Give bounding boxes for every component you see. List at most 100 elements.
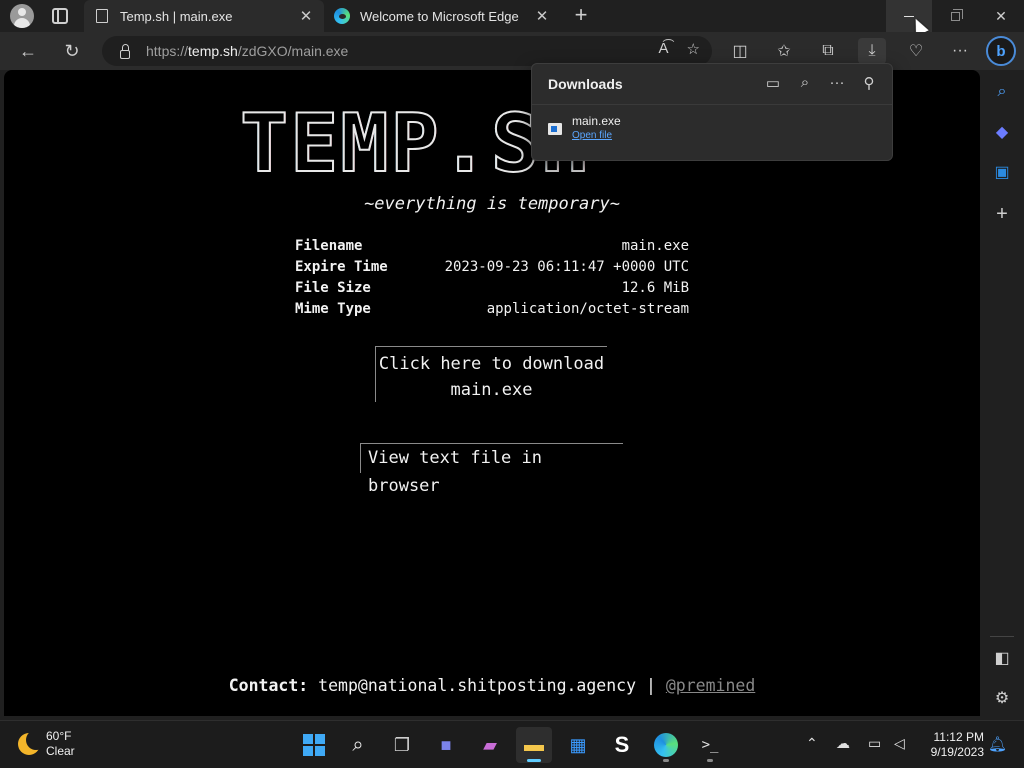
refresh-icon: ↻ <box>64 40 80 61</box>
view-text-button[interactable]: View text file in browser <box>360 443 623 496</box>
minimize-icon <box>904 15 914 17</box>
folder-icon: ▬ <box>524 733 544 756</box>
pin-icon[interactable]: ⚲ <box>860 74 878 92</box>
hide-sidebar-icon[interactable]: ◧ <box>992 648 1012 668</box>
restore-button[interactable] <box>932 0 978 32</box>
microsoft-store-button[interactable]: ▦ <box>560 727 596 763</box>
edge-sidebar: ⌕ ◆ ▣ + ◧ ⚙ <box>980 70 1024 718</box>
browser-essentials-icon: ♡ <box>908 43 924 60</box>
search-button[interactable]: ⌕ <box>340 727 376 763</box>
profile-avatar-icon[interactable] <box>10 4 34 28</box>
chevron-up-icon[interactable]: ⌃ <box>806 735 818 752</box>
more-options-icon[interactable]: ··· <box>828 74 846 92</box>
network-icon[interactable]: ▭ <box>868 735 881 752</box>
info-key: File Size <box>295 280 371 296</box>
downloads-title: Downloads <box>548 76 623 92</box>
close-tab-icon[interactable]: ✕ <box>532 7 552 25</box>
copilot-icon[interactable]: ◆ <box>992 122 1012 142</box>
add-sidebar-app-icon[interactable]: + <box>992 203 1012 225</box>
page-icon <box>96 9 108 23</box>
outlook-icon[interactable]: ▣ <box>992 162 1012 182</box>
url-host: temp.sh <box>188 43 238 59</box>
download-file-button[interactable]: Click here to download main.exe <box>375 346 607 402</box>
new-tab-button[interactable]: + <box>570 4 592 26</box>
info-value: application/octet-stream <box>486 301 689 317</box>
open-folder-icon[interactable]: ▭ <box>764 74 782 92</box>
clipchamp-button[interactable]: ▰ <box>472 727 508 763</box>
tab-welcome-edge[interactable]: Welcome to Microsoft Edge ✕ <box>326 0 560 32</box>
edge-taskbar-button[interactable] <box>648 727 684 763</box>
chat-icon: ■ <box>440 734 452 755</box>
tab-actions-icon[interactable] <box>52 8 68 24</box>
settings-gear-icon[interactable]: ⚙ <box>992 688 1012 708</box>
restore-icon <box>950 8 963 21</box>
browser-essentials-button[interactable]: ♡ <box>902 38 930 64</box>
contact-line: Contact: temp@national.shitposting.agenc… <box>4 676 980 695</box>
exe-file-icon <box>548 123 562 135</box>
close-icon: ✕ <box>995 7 1007 24</box>
terminal-icon: >_ <box>701 737 719 753</box>
windows-logo-icon <box>303 734 325 756</box>
edge-icon <box>654 733 678 757</box>
info-key: Mime Type <box>295 301 371 317</box>
store-icon: ▦ <box>569 734 587 755</box>
tagline: ~everything is temporary~ <box>364 194 620 214</box>
refresh-button[interactable]: ↻ <box>58 38 86 64</box>
favorites-button[interactable]: ✩ <box>770 38 798 64</box>
download-button-line2: main.exe <box>450 380 533 400</box>
open-file-link[interactable]: Open file <box>572 130 621 141</box>
page-viewport: TEMP.SH ~everything is temporary~ Filena… <box>4 70 980 716</box>
split-screen-icon: ◫ <box>732 43 748 60</box>
title-bar: Temp.sh | main.exe ✕ Welcome to Microsof… <box>0 0 1024 37</box>
weather-widget[interactable]: 60°F Clear <box>18 729 75 759</box>
download-icon: ⤓ <box>868 42 876 59</box>
info-key: Expire Time <box>295 259 388 275</box>
collections-button[interactable]: ⧉ <box>814 38 842 64</box>
contact-email: temp@national.shitposting.agency <box>318 676 637 695</box>
info-value: main.exe <box>621 238 689 254</box>
bing-copilot-icon[interactable]: b <box>986 36 1016 66</box>
search-downloads-icon[interactable]: ⌕ <box>796 74 814 92</box>
close-tab-icon[interactable]: ✕ <box>296 7 316 25</box>
star-icon[interactable]: ☆ <box>687 40 700 58</box>
arrow-left-icon: ← <box>19 40 37 61</box>
tab-title: Temp.sh | main.exe <box>120 8 233 24</box>
close-window-button[interactable]: ✕ <box>978 0 1024 32</box>
split-screen-button[interactable]: ◫ <box>726 38 754 64</box>
onedrive-icon[interactable]: ☁ <box>836 735 850 752</box>
teams-chat-button[interactable]: ■ <box>428 727 464 763</box>
info-row-file-size: File Size 12.6 MiB <box>295 278 689 299</box>
downloads-divider <box>532 104 892 105</box>
clock-date: 9/19/2023 <box>930 745 984 759</box>
tab-temp-sh[interactable]: Temp.sh | main.exe ✕ <box>84 0 324 32</box>
info-row-filename: Filename main.exe <box>295 236 689 257</box>
file-info-table: Filename main.exe Expire Time 2023-09-23… <box>295 236 689 320</box>
task-view-icon: ❐ <box>393 734 411 755</box>
weather-temp: 60°F <box>46 729 72 743</box>
file-explorer-button[interactable]: ▬ <box>516 727 552 763</box>
tab-title: Welcome to Microsoft Edge <box>360 8 519 24</box>
download-item[interactable]: main.exe Open file <box>548 114 621 141</box>
downloads-panel: Downloads ▭ ⌕ ··· ⚲ main.exe Open file <box>531 63 893 161</box>
info-value: 12.6 MiB <box>621 280 689 296</box>
weather-desc: Clear <box>46 744 75 758</box>
app-s-button[interactable]: S <box>604 727 640 763</box>
contact-handle-link[interactable]: @premined <box>666 676 755 695</box>
back-button[interactable]: ← <box>14 38 42 64</box>
edge-logo-icon <box>334 8 350 24</box>
task-view-button[interactable]: ❐ <box>384 727 420 763</box>
lock-icon[interactable] <box>120 43 130 59</box>
address-bar[interactable]: https:// temp.sh /zdGXO/main.exe A͡ ☆ <box>102 36 712 66</box>
taskbar: 60°F Clear ⌕ ❐ ■ ▰ ▬ ▦ S >_ ⌃ ☁ ▭ ◁ 11:1… <box>0 720 1024 768</box>
volume-muted-icon[interactable]: ◁ <box>894 735 905 752</box>
read-aloud-icon[interactable]: A͡ <box>659 40 669 58</box>
more-button[interactable]: ··· <box>946 38 974 64</box>
terminal-button[interactable]: >_ <box>692 727 728 763</box>
more-icon: ··· <box>952 42 968 59</box>
start-button[interactable] <box>296 727 332 763</box>
notification-bell-icon[interactable]: 🔔︎ <box>988 735 1007 753</box>
system-clock[interactable]: 11:12 PM 9/19/2023 <box>918 730 984 760</box>
downloads-button[interactable]: ⤓ <box>858 38 886 64</box>
download-filename: main.exe <box>572 114 621 128</box>
search-icon[interactable]: ⌕ <box>992 82 1012 102</box>
